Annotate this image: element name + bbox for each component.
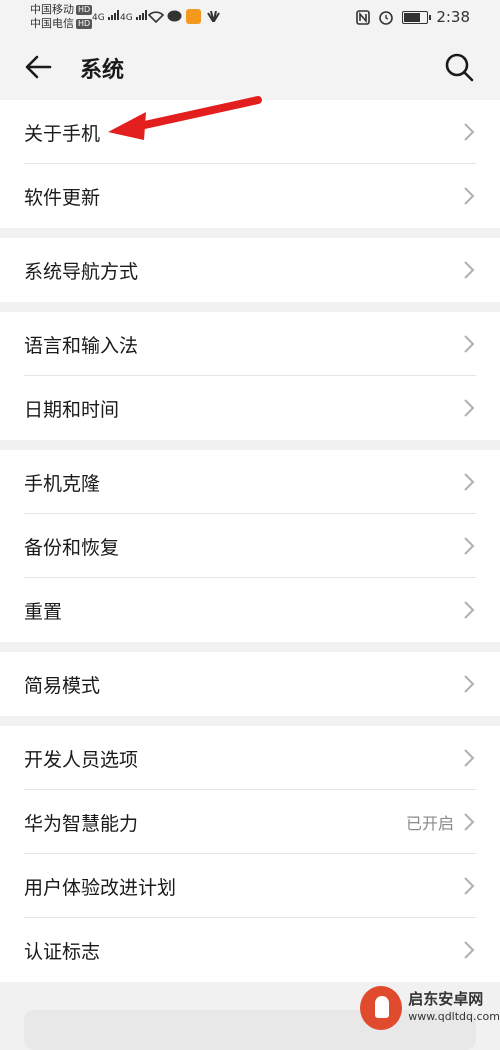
status-right: 2:38 [356, 8, 470, 26]
carrier-1: 中国移动 [30, 3, 74, 16]
status-bar: 中国移动 HD 中国电信 HD 4G 4G 2:38 [0, 0, 500, 34]
settings-item-label: 用户体验改进计划 [24, 876, 177, 899]
settings-item-label: 手机克隆 [24, 472, 101, 495]
settings-item-language-input[interactable]: 语言和输入法 [0, 312, 500, 376]
settings-item-developer-options[interactable]: 开发人员选项 [0, 726, 500, 790]
chevron-right-icon [464, 877, 475, 895]
watermark: 启东安卓网 www.qdltdq.com [360, 979, 500, 1037]
settings-group: 系统导航方式 [0, 238, 500, 302]
settings-item-label: 重置 [24, 600, 63, 623]
settings-item-label: 日期和时间 [24, 398, 120, 421]
carrier-2: 中国电信 [30, 17, 74, 30]
settings-item-simple-mode[interactable]: 简易模式 [0, 652, 500, 716]
settings-group: 简易模式 [0, 652, 500, 716]
settings-item-certification[interactable]: 认证标志 [0, 918, 500, 982]
settings-item-date-time[interactable]: 日期和时间 [0, 376, 500, 440]
settings-group: 语言和输入法 日期和时间 [0, 312, 500, 440]
settings-item-label: 华为智慧能力 [24, 812, 139, 835]
settings-group: 手机克隆 备份和恢复 重置 [0, 450, 500, 642]
carrier-info: 中国移动 HD 中国电信 HD [30, 3, 93, 31]
settings-item-label: 软件更新 [24, 186, 101, 209]
chevron-right-icon [464, 123, 475, 141]
nfc-icon [356, 9, 371, 25]
settings-group: 关于手机 软件更新 [0, 100, 500, 228]
settings-item-label: 备份和恢复 [24, 536, 120, 559]
huawei-icon [207, 11, 220, 22]
settings-item-label: 系统导航方式 [24, 260, 139, 283]
watermark-logo-icon [360, 986, 403, 1030]
chevron-right-icon [464, 941, 475, 959]
settings-item-huawei-intelligence[interactable]: 华为智慧能力 已开启 [0, 790, 500, 854]
chevron-right-icon [464, 187, 475, 205]
app-bar: 系统 [0, 34, 500, 100]
settings-item-label: 开发人员选项 [24, 748, 139, 771]
settings-item-reset[interactable]: 重置 [0, 578, 500, 642]
alarm-icon [379, 11, 394, 25]
chevron-right-icon [464, 399, 475, 417]
chevron-right-icon [464, 749, 475, 767]
chevron-right-icon [464, 675, 475, 693]
settings-list: 关于手机 软件更新 系统导航方式 语言和输入法 日期和时间 手机克隆 备份和恢复… [0, 100, 500, 982]
chevron-right-icon [464, 601, 475, 619]
settings-item-label: 语言和输入法 [24, 334, 139, 357]
hd-badge: HD [76, 5, 93, 15]
signal-icon: 4G [92, 10, 120, 23]
settings-item-about-phone[interactable]: 关于手机 [0, 100, 500, 164]
chat-icon [167, 10, 182, 22]
watermark-url: www.qdltdq.com [408, 1010, 500, 1023]
settings-item-status: 已开启 [405, 814, 454, 833]
wifi-icon [148, 11, 164, 23]
hd-badge: HD [76, 19, 93, 29]
battery-icon [402, 10, 432, 24]
settings-item-label: 关于手机 [24, 122, 101, 145]
app-notification-icon [186, 9, 201, 24]
settings-item-label: 认证标志 [24, 940, 101, 963]
settings-item-user-experience[interactable]: 用户体验改进计划 [0, 854, 500, 918]
chevron-right-icon [464, 813, 475, 831]
page-title: 系统 [80, 58, 125, 83]
watermark-name: 启东安卓网 [408, 990, 484, 1008]
chevron-right-icon [464, 335, 475, 353]
settings-item-backup-restore[interactable]: 备份和恢复 [0, 514, 500, 578]
chevron-right-icon [464, 537, 475, 555]
settings-item-software-update[interactable]: 软件更新 [0, 164, 500, 228]
back-arrow-icon[interactable] [22, 50, 56, 84]
settings-item-label: 简易模式 [24, 674, 101, 697]
settings-group: 开发人员选项 华为智慧能力 已开启 用户体验改进计划 认证标志 [0, 726, 500, 982]
signal-icon: 4G [120, 10, 148, 23]
chevron-right-icon [464, 261, 475, 279]
clock: 2:38 [436, 8, 470, 26]
settings-item-navigation-mode[interactable]: 系统导航方式 [0, 238, 500, 302]
chevron-right-icon [464, 473, 475, 491]
settings-item-phone-clone[interactable]: 手机克隆 [0, 450, 500, 514]
search-icon[interactable] [442, 50, 476, 84]
